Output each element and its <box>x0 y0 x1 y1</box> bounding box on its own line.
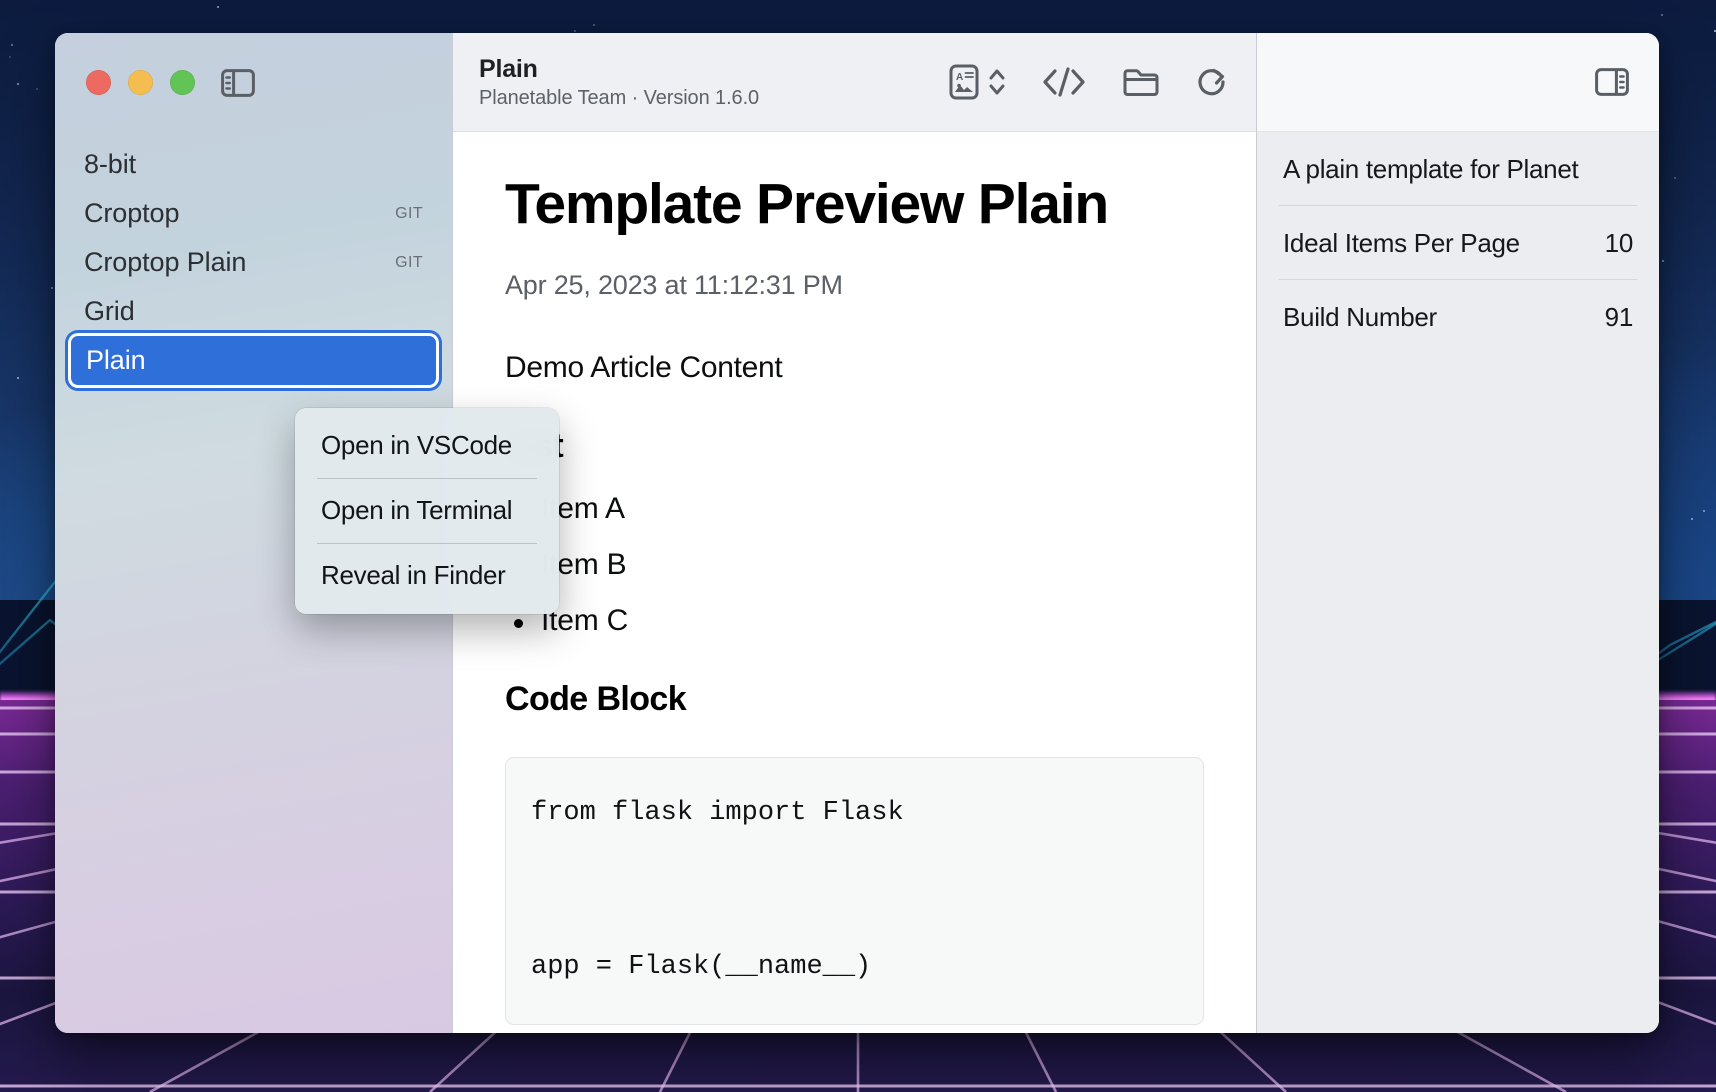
traffic-lights <box>86 70 195 95</box>
sidebar-item-label: Grid <box>84 296 423 327</box>
inspector-panel: A plain template for Planet Ideal Items … <box>1256 33 1659 1033</box>
sidebar-item-croptop[interactable]: CroptopGIT <box>69 189 438 238</box>
sidebar-item-croptop-plain[interactable]: Croptop PlainGIT <box>69 238 438 287</box>
sidebar-item-grid[interactable]: Grid <box>69 287 438 336</box>
sidebar-left-icon <box>221 69 255 97</box>
sidebar-item-label: Croptop <box>84 198 395 229</box>
document-image-icon: A <box>949 64 979 100</box>
git-badge: GIT <box>395 205 423 223</box>
sidebar-item-label: Plain <box>86 345 421 376</box>
sidebar-item-label: 8-bit <box>84 149 423 180</box>
menu-item-open-in-terminal[interactable]: Open in Terminal <box>295 482 559 540</box>
inspector-rows: A plain template for Planet Ideal Items … <box>1257 132 1659 353</box>
page-subtitle: Planetable Team · Version 1.6.0 <box>479 87 759 110</box>
zoom-button[interactable] <box>170 70 195 95</box>
preview-mode-picker[interactable]: A <box>949 59 1006 105</box>
list-item: Item B <box>505 548 1204 582</box>
sidebar-item-label: Croptop Plain <box>84 247 395 278</box>
article-title: Template Preview Plain <box>505 174 1204 234</box>
inspector-row-label: Build Number <box>1283 302 1437 333</box>
inspector-row-value: 10 <box>1605 228 1633 259</box>
context-menu: Open in VSCode Open in Terminal Reveal i… <box>295 408 559 614</box>
inspector-description-row: A plain template for Planet <box>1279 132 1637 205</box>
toolbar: Plain Planetable Team · Version 1.6.0 A <box>453 33 1256 132</box>
chevron-updown-icon <box>988 65 1006 99</box>
source-code-button[interactable] <box>1040 59 1088 105</box>
inspector-toolbar <box>1257 33 1659 132</box>
template-list: 8-bitCroptopGITCroptop PlainGITGridPlain <box>55 132 452 385</box>
list-item: Item A <box>505 492 1204 526</box>
open-folder-button[interactable] <box>1122 59 1160 105</box>
code-icon <box>1040 66 1088 98</box>
window-titlebar <box>55 33 452 132</box>
menu-separator <box>317 543 537 544</box>
document-title-block: Plain Planetable Team · Version 1.6.0 <box>479 55 759 110</box>
menu-item-reveal-in-finder[interactable]: Reveal in Finder <box>295 547 559 605</box>
article-preview: Template Preview Plain Apr 25, 2023 at 1… <box>453 132 1256 1033</box>
article-heading-list: List <box>505 427 1204 466</box>
article-date: Apr 25, 2023 at 11:12:31 PM <box>505 270 1204 301</box>
sidebar: 8-bitCroptopGITCroptop PlainGITGridPlain… <box>55 33 452 1033</box>
sidebar-right-icon <box>1595 68 1629 96</box>
git-badge: GIT <box>395 254 423 272</box>
app-window: 8-bitCroptopGITCroptop PlainGITGridPlain… <box>55 33 1659 1033</box>
code-block: from flask import Flask app = Flask(__na… <box>505 757 1204 1024</box>
minimize-button[interactable] <box>128 70 153 95</box>
article-paragraph: Demo Article Content <box>505 351 1204 385</box>
list-item: Item C <box>505 604 1204 638</box>
menu-separator <box>317 478 537 479</box>
reload-button[interactable] <box>1194 59 1230 105</box>
sidebar-toggle-button[interactable] <box>217 64 259 102</box>
toolbar-buttons: A <box>949 59 1230 105</box>
inspector-row-label: Ideal Items Per Page <box>1283 228 1520 259</box>
article-heading-code: Code Block <box>505 680 1204 719</box>
page-title: Plain <box>479 55 759 84</box>
inspector-row: Build Number 91 <box>1279 279 1637 353</box>
folder-icon <box>1122 66 1160 98</box>
sidebar-item-8-bit[interactable]: 8-bit <box>69 140 438 189</box>
refresh-icon <box>1194 64 1230 100</box>
inspector-row-value: 91 <box>1605 302 1633 333</box>
desktop-wallpaper: 8-bitCroptopGITCroptop PlainGITGridPlain… <box>0 0 1716 1092</box>
main-content-column: Plain Planetable Team · Version 1.6.0 A <box>452 33 1256 1033</box>
inspector-description: A plain template for Planet <box>1283 154 1578 185</box>
article-bullet-list: Item A Item B Item C <box>505 492 1204 638</box>
close-button[interactable] <box>86 70 111 95</box>
inspector-toggle-button[interactable] <box>1595 59 1629 105</box>
inspector-row: Ideal Items Per Page 10 <box>1279 205 1637 279</box>
sidebar-item-plain[interactable]: Plain <box>71 336 436 385</box>
svg-text:A: A <box>956 72 963 83</box>
menu-item-open-in-vscode[interactable]: Open in VSCode <box>295 417 559 475</box>
